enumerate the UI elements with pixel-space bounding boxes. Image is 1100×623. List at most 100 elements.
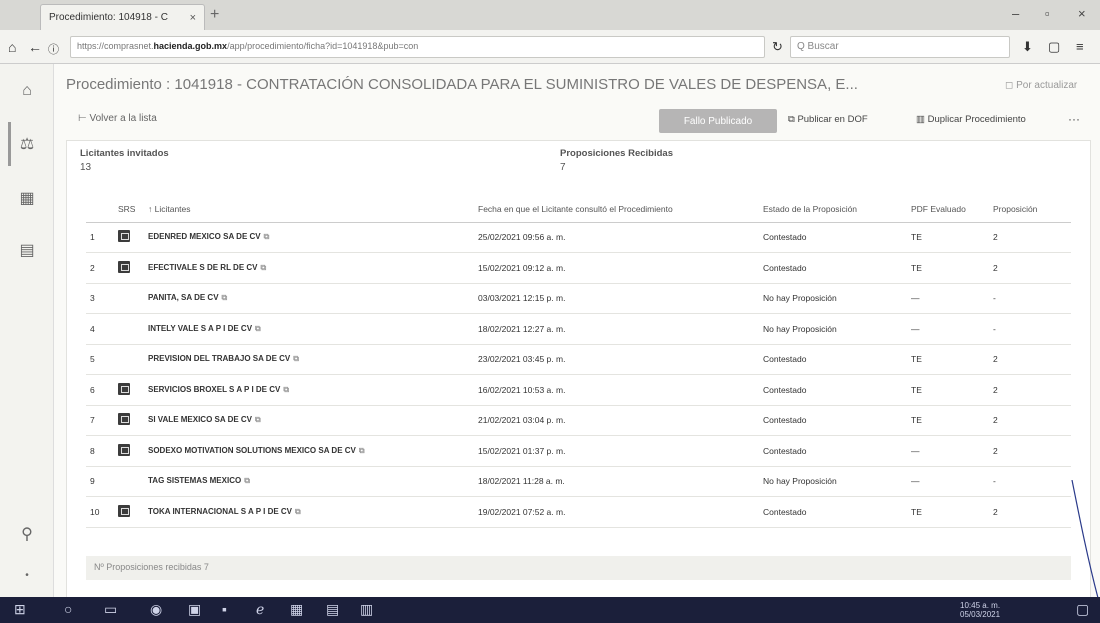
duplicate-procedure-button[interactable]: ▥ Duplicar Procedimiento — [916, 114, 1026, 125]
home-nav-icon[interactable]: ⌂ — [16, 82, 38, 100]
more-nav-icon[interactable]: • — [16, 570, 38, 581]
close-tab-icon[interactable]: × — [190, 12, 196, 24]
fallo-publicado-button[interactable]: Fallo Publicado — [659, 109, 777, 133]
checkbox-checked-icon[interactable] — [118, 443, 130, 456]
table-row[interactable]: 4 INTELY VALE S A P I DE CV ⧉ 18/02/2021 12… — [86, 313, 1071, 345]
bidder-name[interactable]: INTELY VALE S A P I DE CV ⧉ — [144, 313, 474, 345]
library-icon[interactable]: ▢ — [1048, 39, 1060, 55]
row-select[interactable] — [114, 405, 144, 436]
more-options-icon[interactable]: ··· — [1068, 112, 1080, 126]
system-clock[interactable]: 10:45 a. m. 05/03/2021 — [960, 601, 1000, 619]
reload-icon[interactable]: ↻ — [772, 39, 783, 55]
checkbox-checked-icon[interactable] — [118, 382, 130, 395]
reports-nav-icon[interactable]: ▤ — [16, 240, 38, 260]
back-arrow-icon[interactable]: ← — [28, 39, 42, 55]
external-link-icon[interactable]: ⧉ — [293, 354, 299, 363]
task-view-icon[interactable]: ▭ — [104, 601, 117, 618]
table-row[interactable]: 5 PREVISION DEL TRABAJO SA DE CV ⧉ 23/02/20… — [86, 344, 1071, 375]
row-number: 4 — [86, 313, 114, 345]
bidder-name[interactable]: SERVICIOS BROXEL S A P I DE CV ⧉ — [144, 374, 474, 406]
external-link-icon[interactable]: ⧉ — [283, 385, 289, 394]
table-row[interactable]: 3 PANITA, SA DE CV ⧉ 03/03/2021 12:15 p. m.… — [86, 283, 1071, 314]
external-link-icon[interactable]: ⧉ — [295, 507, 301, 516]
col-date[interactable]: Fecha en que el Licitante consultó el Pr… — [474, 196, 759, 223]
table-row[interactable]: 10 TOKA INTERNACIONAL S A P I DE CV ⧉ 19/02… — [86, 496, 1071, 528]
downloads-icon[interactable]: ⬇ — [1022, 39, 1033, 55]
edge-icon[interactable]: ℯ — [256, 601, 264, 618]
bidder-name[interactable]: SODEXO MOTIVATION SOLUTIONS MEXICO SA DE… — [144, 435, 474, 467]
bidder-name[interactable]: TOKA INTERNACIONAL S A P I DE CV ⧉ — [144, 496, 474, 528]
external-link-icon[interactable]: ⧉ — [222, 293, 228, 302]
search-nav-icon[interactable]: ⚲ — [16, 524, 38, 544]
cortana-icon[interactable]: ○ — [64, 601, 72, 617]
notifications-icon[interactable]: ▢ — [1076, 601, 1089, 618]
external-link-icon[interactable]: ⧉ — [359, 446, 365, 455]
table-row[interactable]: 6 SERVICIOS BROXEL S A P I DE CV ⧉ 16/02/20… — [86, 374, 1071, 406]
firefox-icon[interactable]: ◉ — [150, 601, 162, 618]
app-icon-1[interactable]: ▣ — [188, 601, 201, 618]
home-icon[interactable]: ⌂ — [8, 39, 16, 55]
consult-date: 19/02/2021 07:52 a. m. — [474, 496, 759, 528]
table-row[interactable]: 9 TAG SISTEMAS MEXICO ⧉ 18/02/2021 11:28 a.… — [86, 466, 1071, 497]
col-select[interactable]: SRS — [114, 196, 144, 223]
proposal-count: 2 — [989, 405, 1071, 436]
maximize-icon[interactable]: ▫ — [1045, 6, 1050, 21]
table-row[interactable]: 1 EDENRED MEXICO SA DE CV ⧉ 25/02/2021 09:5… — [86, 222, 1071, 253]
windows-start-icon[interactable]: ⊞ — [14, 601, 26, 618]
row-select[interactable] — [114, 496, 144, 528]
row-select[interactable] — [114, 344, 144, 375]
publish-dof-button[interactable]: ⧉ Publicar en DOF — [788, 114, 868, 125]
col-status[interactable]: Estado de la Proposición — [759, 196, 907, 223]
external-link-icon[interactable]: ⧉ — [255, 324, 261, 333]
checkbox-checked-icon[interactable] — [118, 413, 130, 426]
refresh-status[interactable]: ◻ Por actualizar — [1005, 80, 1077, 91]
external-link-icon[interactable]: ⧉ — [261, 263, 267, 272]
col-proposal[interactable]: Proposición — [989, 196, 1071, 223]
row-select[interactable] — [114, 222, 144, 253]
external-link-icon[interactable]: ⧉ — [255, 415, 261, 424]
bidder-name[interactable]: SI VALE MEXICO SA DE CV ⧉ — [144, 405, 474, 436]
app-icon-3[interactable]: ▦ — [290, 601, 303, 618]
row-select[interactable] — [114, 313, 144, 345]
browser-tab[interactable]: Procedimiento: 104918 - C × — [40, 4, 205, 30]
row-select[interactable] — [114, 374, 144, 406]
organization-nav-icon[interactable]: ▦ — [16, 188, 38, 208]
app-icon-2[interactable]: ▪ — [222, 601, 227, 617]
checkbox-checked-icon[interactable] — [118, 504, 130, 517]
app-icon-5[interactable]: ▥ — [360, 601, 373, 618]
row-select[interactable] — [114, 252, 144, 284]
checkbox-checked-icon[interactable] — [118, 260, 130, 273]
row-select[interactable] — [114, 283, 144, 314]
url-prefix: https://comprasnet. — [77, 41, 154, 51]
browser-search-input[interactable]: Q Buscar — [790, 36, 1010, 58]
new-tab-icon[interactable]: + — [210, 6, 219, 24]
external-link-icon[interactable]: ⧉ — [264, 232, 270, 241]
bidder-name-text: SODEXO MOTIVATION SOLUTIONS MEXICO SA DE… — [148, 445, 356, 455]
bidder-name[interactable]: EDENRED MEXICO SA DE CV ⧉ — [144, 222, 474, 253]
consult-date: 18/02/2021 11:28 a. m. — [474, 466, 759, 497]
menu-icon[interactable]: ≡ — [1076, 39, 1084, 54]
minimize-icon[interactable]: – — [1012, 6, 1019, 21]
table-row[interactable]: 2 EFECTIVALE S DE RL DE CV ⧉ 15/02/2021 09:… — [86, 252, 1071, 284]
col-bidders[interactable]: ↑ Licitantes — [144, 196, 474, 223]
row-select[interactable] — [114, 435, 144, 467]
table-row[interactable]: 7 SI VALE MEXICO SA DE CV ⧉ 21/02/2021 03:0… — [86, 405, 1071, 436]
app-icon-4[interactable]: ▤ — [326, 601, 339, 618]
bidder-name[interactable]: PREVISION DEL TRABAJO SA DE CV ⧉ — [144, 344, 474, 375]
table-row[interactable]: 8 SODEXO MOTIVATION SOLUTIONS MEXICO SA D… — [86, 435, 1071, 467]
checkbox-checked-icon[interactable] — [118, 230, 130, 243]
publish-label: Publicar en DOF — [797, 114, 868, 125]
row-select[interactable] — [114, 466, 144, 497]
procedures-nav-icon[interactable]: ⚖ — [16, 134, 38, 154]
external-link-icon[interactable]: ⧉ — [244, 476, 250, 485]
bidder-name[interactable]: PANITA, SA DE CV ⧉ — [144, 283, 474, 314]
bidder-name[interactable]: TAG SISTEMAS MEXICO ⧉ — [144, 466, 474, 497]
bidder-name[interactable]: EFECTIVALE S DE RL DE CV ⧉ — [144, 252, 474, 284]
pdf-evaluated: TE — [907, 405, 989, 436]
back-to-list-link[interactable]: ⊢ Volver a la lista — [78, 113, 157, 124]
col-pdf[interactable]: PDF Evaluado — [907, 196, 989, 223]
address-bar[interactable]: https://comprasnet.hacienda.gob.mx/app/p… — [70, 36, 765, 58]
close-window-icon[interactable]: × — [1078, 6, 1086, 21]
col-num — [86, 196, 114, 223]
site-info-icon[interactable]: ⓘ — [48, 41, 59, 57]
